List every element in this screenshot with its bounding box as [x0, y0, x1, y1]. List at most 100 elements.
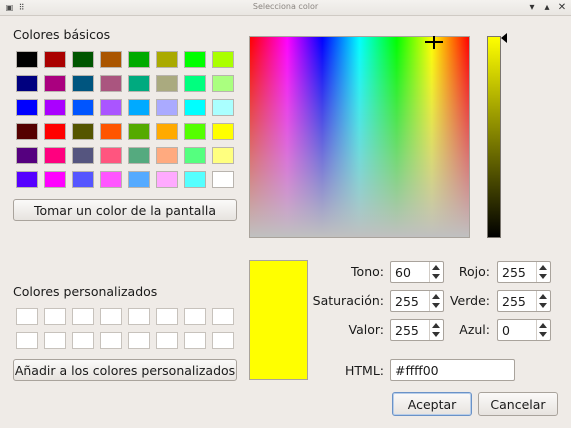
basic-color-swatch[interactable]: [16, 75, 38, 92]
basic-color-swatch[interactable]: [16, 171, 38, 188]
blue-spinbox[interactable]: 0: [497, 319, 551, 341]
spin-up-icon[interactable]: [432, 265, 440, 270]
basic-color-swatch[interactable]: [212, 123, 234, 140]
basic-color-swatch[interactable]: [212, 147, 234, 164]
custom-color-slot[interactable]: [44, 332, 66, 349]
basic-color-swatch[interactable]: [156, 147, 178, 164]
basic-color-swatch[interactable]: [100, 99, 122, 116]
accept-button[interactable]: Aceptar: [392, 392, 472, 416]
spin-down-icon[interactable]: [432, 303, 440, 308]
custom-color-slot[interactable]: [212, 308, 234, 325]
html-color-input[interactable]: #ffff00: [390, 359, 515, 381]
spin-arrows-icon[interactable]: [536, 291, 550, 311]
custom-colors-label: Colores personalizados: [13, 284, 158, 299]
custom-color-slot[interactable]: [44, 308, 66, 325]
red-spinbox[interactable]: 255: [497, 261, 551, 283]
basic-color-swatch[interactable]: [100, 75, 122, 92]
spin-down-icon[interactable]: [539, 303, 547, 308]
basic-color-swatch[interactable]: [128, 171, 150, 188]
basic-color-swatch[interactable]: [100, 123, 122, 140]
basic-color-swatch[interactable]: [16, 51, 38, 68]
basic-color-swatch[interactable]: [128, 99, 150, 116]
custom-color-slot[interactable]: [212, 332, 234, 349]
custom-color-slot[interactable]: [72, 308, 94, 325]
basic-color-swatch[interactable]: [72, 99, 94, 116]
spin-arrows-icon[interactable]: [429, 262, 443, 282]
basic-color-swatch[interactable]: [184, 123, 206, 140]
custom-color-slot[interactable]: [100, 308, 122, 325]
basic-color-swatch[interactable]: [212, 99, 234, 116]
basic-color-swatch[interactable]: [184, 75, 206, 92]
basic-color-swatch[interactable]: [44, 99, 66, 116]
saturation-spinbox[interactable]: 255: [390, 290, 444, 312]
custom-color-slot[interactable]: [16, 308, 38, 325]
custom-color-slot[interactable]: [184, 308, 206, 325]
spin-up-icon[interactable]: [539, 265, 547, 270]
basic-color-swatch[interactable]: [100, 51, 122, 68]
spin-down-icon[interactable]: [432, 274, 440, 279]
spin-down-icon[interactable]: [539, 274, 547, 279]
maximize-icon[interactable]: ▴: [541, 2, 553, 14]
pick-screen-color-button[interactable]: Tomar un color de la pantalla: [13, 199, 237, 221]
custom-color-slot[interactable]: [72, 332, 94, 349]
basic-color-swatch[interactable]: [72, 147, 94, 164]
spin-arrows-icon[interactable]: [536, 262, 550, 282]
spin-up-icon[interactable]: [432, 294, 440, 299]
spin-arrows-icon[interactable]: [429, 320, 443, 340]
basic-color-swatch[interactable]: [184, 147, 206, 164]
basic-color-swatch[interactable]: [100, 171, 122, 188]
basic-color-swatch[interactable]: [212, 51, 234, 68]
basic-color-swatch[interactable]: [16, 147, 38, 164]
spin-down-icon[interactable]: [432, 332, 440, 337]
spin-up-icon[interactable]: [539, 294, 547, 299]
spin-up-icon[interactable]: [539, 323, 547, 328]
hue-spinbox[interactable]: 60: [390, 261, 444, 283]
basic-color-swatch[interactable]: [16, 123, 38, 140]
basic-color-swatch[interactable]: [184, 171, 206, 188]
spin-arrows-icon[interactable]: [536, 320, 550, 340]
basic-color-swatch[interactable]: [128, 75, 150, 92]
custom-color-slot[interactable]: [16, 332, 38, 349]
custom-color-slot[interactable]: [100, 332, 122, 349]
basic-color-swatch[interactable]: [44, 123, 66, 140]
basic-color-swatch[interactable]: [100, 147, 122, 164]
basic-color-swatch[interactable]: [156, 123, 178, 140]
basic-color-swatch[interactable]: [184, 99, 206, 116]
basic-color-swatch[interactable]: [44, 51, 66, 68]
custom-color-slot[interactable]: [184, 332, 206, 349]
basic-color-swatch[interactable]: [44, 171, 66, 188]
basic-color-swatch[interactable]: [156, 51, 178, 68]
basic-color-swatch[interactable]: [156, 171, 178, 188]
basic-color-swatch[interactable]: [212, 75, 234, 92]
custom-color-slot[interactable]: [128, 332, 150, 349]
basic-color-swatch[interactable]: [128, 51, 150, 68]
spin-arrows-icon[interactable]: [429, 291, 443, 311]
green-spinbox[interactable]: 255: [497, 290, 551, 312]
close-icon[interactable]: ✕: [556, 2, 568, 14]
cancel-button[interactable]: Cancelar: [478, 392, 558, 416]
custom-color-slot[interactable]: [156, 332, 178, 349]
custom-color-slot[interactable]: [156, 308, 178, 325]
add-custom-colors-button[interactable]: Añadir a los colores personalizados: [13, 359, 237, 381]
basic-color-swatch[interactable]: [212, 171, 234, 188]
basic-color-swatch[interactable]: [128, 147, 150, 164]
basic-color-swatch[interactable]: [128, 123, 150, 140]
spin-up-icon[interactable]: [432, 323, 440, 328]
basic-color-swatch[interactable]: [72, 51, 94, 68]
basic-color-swatch[interactable]: [72, 171, 94, 188]
basic-color-swatch[interactable]: [44, 147, 66, 164]
basic-color-swatch[interactable]: [156, 99, 178, 116]
basic-color-swatch[interactable]: [16, 99, 38, 116]
minimize-icon[interactable]: ▾: [526, 2, 538, 14]
spin-down-icon[interactable]: [539, 332, 547, 337]
basic-color-swatch[interactable]: [72, 75, 94, 92]
value-spinbox[interactable]: 255: [390, 319, 444, 341]
custom-color-slot[interactable]: [128, 308, 150, 325]
luminance-slider[interactable]: [487, 36, 501, 238]
luminance-marker-icon[interactable]: [501, 33, 507, 43]
basic-color-swatch[interactable]: [44, 75, 66, 92]
basic-color-swatch[interactable]: [72, 123, 94, 140]
hue-saturation-field[interactable]: [249, 36, 470, 238]
basic-color-swatch[interactable]: [184, 51, 206, 68]
basic-color-swatch[interactable]: [156, 75, 178, 92]
